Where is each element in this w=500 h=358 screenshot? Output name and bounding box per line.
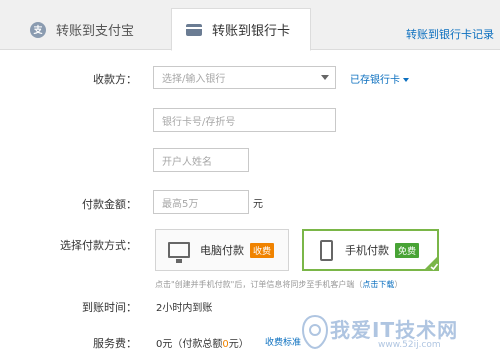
mobile-pay-hint: 点击"创建并手机付款"后，订单信息将同步至手机客户端（点击下载） bbox=[155, 279, 402, 290]
tab-alipay-label: 转账到支付宝 bbox=[56, 24, 135, 39]
tab-bank-label: 转账到银行卡 bbox=[212, 24, 291, 39]
watermark-text: 我爱IT技术网 bbox=[330, 318, 459, 342]
bank-transfer-records-link[interactable]: 转账到银行卡记录 bbox=[406, 26, 494, 42]
amount-input[interactable]: 最高5万 bbox=[153, 190, 249, 214]
fee-prefix: 0元（付款总额 bbox=[156, 339, 223, 350]
account-holder-placeholder: 开户人姓名 bbox=[162, 156, 212, 168]
watermark-url: www.52ij.com bbox=[378, 340, 441, 350]
fee-badge: 收费 bbox=[250, 242, 275, 258]
hint-text: 点击"创建并手机付款"后，订单信息将同步至手机客户端（ bbox=[155, 280, 363, 289]
arrival-time-label: 到账时间： bbox=[82, 301, 137, 314]
amount-label: 付款金额： bbox=[82, 198, 137, 211]
fee-standard-link[interactable]: 收费标准 bbox=[265, 335, 301, 348]
mobile-payment-option[interactable]: 手机付款 免费 bbox=[302, 229, 439, 271]
caret-down-icon bbox=[403, 78, 409, 82]
fee-suffix: 元） bbox=[228, 339, 249, 350]
account-holder-input[interactable]: 开户人姓名 bbox=[153, 148, 249, 172]
amount-placeholder: 最高5万 bbox=[162, 198, 199, 210]
bank-select[interactable]: 选择/输入银行 bbox=[153, 66, 336, 89]
service-fee-label: 服务费： bbox=[93, 337, 137, 350]
arrival-time-value: 2小时内到账 bbox=[156, 303, 213, 314]
saved-cards-label: 已存银行卡 bbox=[350, 75, 400, 86]
bank-select-placeholder: 选择/输入银行 bbox=[162, 74, 226, 85]
payee-label: 收款方： bbox=[93, 73, 137, 86]
bank-card-icon bbox=[186, 22, 202, 38]
transfer-tab-bar: 支 转账到支付宝 转账到银行卡 转账到银行卡记录 bbox=[0, 0, 500, 51]
payment-method-label: 选择付款方式： bbox=[60, 239, 137, 252]
amount-unit: 元 bbox=[253, 199, 263, 210]
card-number-placeholder: 银行卡号/存折号 bbox=[162, 116, 236, 128]
card-number-input[interactable]: 银行卡号/存折号 bbox=[153, 108, 336, 132]
site-watermark: 我爱IT技术网 www.52ij.com bbox=[298, 310, 488, 356]
watermark-logo-icon bbox=[301, 314, 329, 350]
service-fee-value: 0元（付款总额0元） bbox=[156, 335, 249, 350]
free-badge: 免费 bbox=[395, 242, 420, 258]
mobile-payment-label: 手机付款 bbox=[345, 244, 389, 257]
chevron-down-icon bbox=[321, 75, 329, 80]
download-app-link[interactable]: 点击下载 bbox=[362, 280, 394, 289]
saved-cards-dropdown[interactable]: 已存银行卡 bbox=[350, 71, 409, 86]
hint-close-paren: ） bbox=[394, 280, 403, 289]
tab-transfer-to-alipay[interactable]: 支 转账到支付宝 bbox=[0, 8, 170, 51]
pc-payment-option[interactable]: 电脑付款 收费 bbox=[155, 229, 289, 271]
monitor-icon bbox=[168, 242, 190, 263]
pc-payment-label: 电脑付款 bbox=[200, 244, 244, 257]
alipay-icon: 支 bbox=[30, 21, 46, 38]
selected-check-icon bbox=[423, 255, 439, 271]
mobile-phone-icon bbox=[320, 239, 333, 261]
tab-transfer-to-bank-card[interactable]: 转账到银行卡 bbox=[171, 8, 311, 51]
